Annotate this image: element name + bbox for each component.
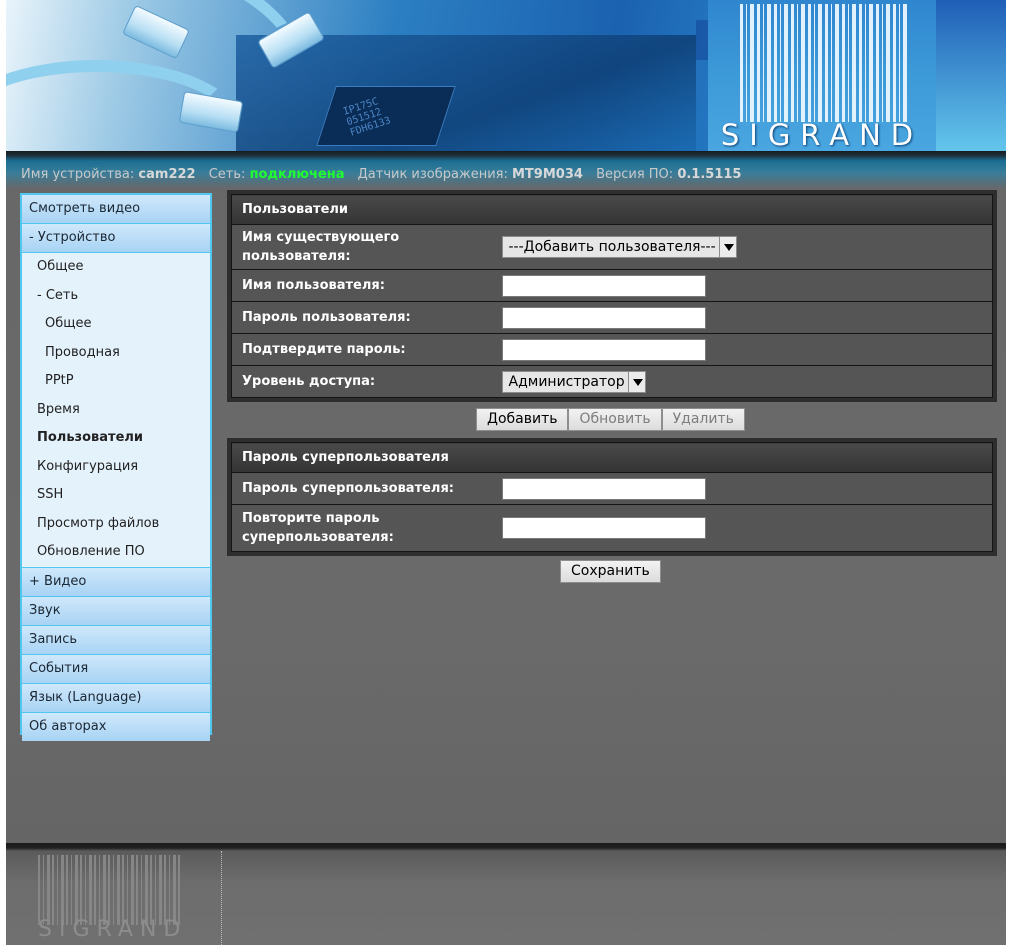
submenu-item-firmware-update[interactable]: Обновление ПО [22, 538, 210, 567]
footer-logo-text: SIGRAND [38, 917, 188, 942]
existing-user-value: ---Добавить пользователя--- [508, 239, 716, 255]
circuit-board-graphic [236, 35, 696, 151]
existing-user-label: Имя существующего пользователя: [231, 224, 492, 270]
chevron-down-icon [627, 371, 645, 392]
superuser-password-label: Пароль суперпользователя: [231, 472, 492, 505]
menu-item-watch-video[interactable]: Смотреть видео [22, 195, 210, 223]
superuser-panel: Пароль суперпользователя Пароль суперпол… [227, 438, 997, 556]
device-name-value: cam222 [138, 167, 196, 182]
menu-item-language[interactable]: Язык (Language) [22, 683, 210, 712]
firmware-value: 0.1.5115 [677, 167, 742, 182]
submenu-item-network-pptp[interactable]: PPtP [22, 367, 210, 396]
submenu-item-network-wired[interactable]: Проводная [22, 339, 210, 368]
password-label: Пароль пользователя: [231, 301, 492, 334]
firmware-label: Версия ПО: [596, 167, 674, 182]
main-area: Имя устройства: cam222 Сеть: подключена … [6, 151, 1006, 843]
sensor-value: MT9M034 [511, 167, 583, 182]
submenu-item-file-viewer[interactable]: Просмотр файлов [22, 510, 210, 539]
submenu-item-configuration[interactable]: Конфигурация [22, 453, 210, 482]
sensor-label: Датчик изображения: [357, 167, 508, 182]
device-name-label: Имя устройства: [21, 167, 135, 182]
menu-item-events[interactable]: События [22, 654, 210, 683]
submenu-item-time[interactable]: Время [22, 396, 210, 425]
superuser-button-row: Сохранить [560, 560, 661, 583]
access-level-label: Уровень доступа: [231, 365, 492, 398]
superuser-repeat-label: Повторите пароль суперпользователя: [231, 504, 492, 552]
logo-text: SIGRAND [720, 118, 924, 151]
delete-user-button[interactable]: Удалить [661, 408, 745, 431]
submenu-item-network-general[interactable]: Общее [22, 310, 210, 339]
username-input[interactable] [501, 274, 706, 297]
existing-user-select[interactable]: ---Добавить пользователя--- [501, 236, 737, 258]
sidebar-menu: Смотреть видео - Устройство Общее - Сеть… [20, 193, 212, 741]
access-level-value: Администратор [508, 373, 625, 390]
submenu-item-ssh[interactable]: SSH [22, 481, 210, 510]
users-panel: Пользователи Имя существующего пользоват… [227, 190, 997, 402]
menu-item-video[interactable]: + Видео [22, 567, 210, 596]
device-submenu: Общее - Сеть Общее Проводная PPtP Время … [22, 253, 210, 567]
submenu-item-users[interactable]: Пользователи [22, 424, 210, 453]
update-user-button[interactable]: Обновить [568, 408, 662, 431]
superuser-repeat-input[interactable] [501, 517, 706, 539]
sigrand-logo: SIGRAND [708, 0, 936, 151]
barcode-icon [38, 855, 182, 925]
confirm-password-label: Подтвердите пароль: [231, 333, 492, 366]
add-user-button[interactable]: Добавить [476, 408, 569, 431]
password-input[interactable] [501, 306, 706, 329]
chevron-down-icon [718, 237, 736, 257]
users-panel-title: Пользователи [231, 194, 993, 225]
menu-item-device[interactable]: - Устройство [22, 224, 210, 252]
network-status-value: подключена [249, 167, 345, 182]
network-label: Сеть: [208, 167, 246, 182]
status-bar: Имя устройства: cam222 Сеть: подключена … [21, 167, 741, 182]
footer-divider [221, 851, 222, 945]
footer: SIGRAND [6, 843, 1006, 945]
save-button[interactable]: Сохранить [560, 560, 661, 583]
menu-item-about[interactable]: Об авторах [22, 712, 210, 741]
header-glow [936, 0, 1006, 151]
header-banner: IP175C 051512 FDH6133 SIGRAND [6, 0, 1006, 151]
users-button-row: Добавить Обновить Удалить [476, 408, 745, 431]
menu-item-sound[interactable]: Звук [22, 596, 210, 625]
superuser-password-input[interactable] [501, 477, 706, 500]
submenu-item-general[interactable]: Общее [22, 253, 210, 282]
barcode-icon [740, 4, 908, 122]
menu-item-recording[interactable]: Запись [22, 625, 210, 654]
confirm-password-input[interactable] [501, 338, 706, 361]
superuser-panel-title: Пароль суперпользователя [231, 442, 993, 473]
access-level-select[interactable]: Администратор [501, 370, 646, 393]
submenu-item-network[interactable]: - Сеть [22, 282, 210, 311]
username-label: Имя пользователя: [231, 269, 492, 302]
